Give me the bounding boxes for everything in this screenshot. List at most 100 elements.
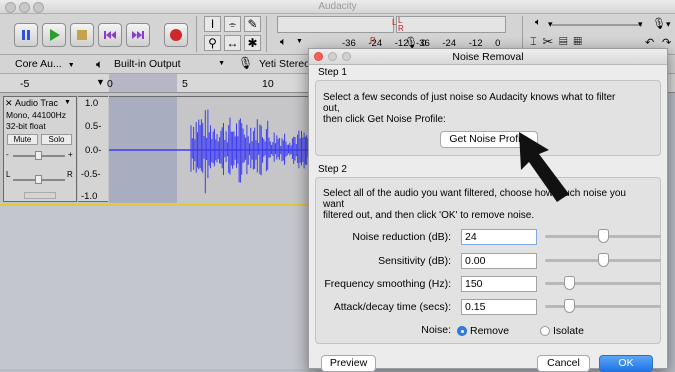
frequency-smoothing-slider[interactable] — [545, 276, 661, 290]
scale-label: -1.0 — [81, 191, 98, 202]
ruler-tick-label: 0 — [107, 78, 113, 90]
dialog-titlebar: Noise Removal — [309, 49, 667, 65]
vertical-scale[interactable]: 1.0 0.5- 0.0- -0.5- -1.0 — [78, 96, 108, 202]
frequency-smoothing-label: Frequency smoothing (Hz): — [324, 278, 451, 290]
sensitivity-slider[interactable] — [545, 253, 661, 267]
noise-removal-dialog: Noise Removal Step 1 Select a few second… — [308, 48, 668, 372]
remove-radio[interactable] — [457, 326, 467, 336]
ok-button[interactable]: OK — [599, 355, 653, 372]
mute-button[interactable]: Mute — [7, 134, 38, 145]
stop-icon — [77, 30, 87, 40]
chevron-down-icon[interactable]: ▼ — [64, 99, 71, 106]
ruler-tick-label: 10 — [262, 78, 274, 90]
attack-decay-label: Attack/decay time (secs): — [333, 301, 451, 313]
pause-icon — [22, 30, 30, 40]
selection-tool-icon[interactable]: I — [204, 16, 221, 32]
stop-button[interactable] — [70, 23, 94, 47]
track-bit-depth: 32-bit float — [6, 121, 46, 131]
pan-left-label: L — [6, 170, 11, 179]
track-control-panel[interactable]: ✕ Audio Trac ▼ Mono, 44100Hz 32-bit floa… — [3, 96, 77, 202]
timeshift-tool-icon[interactable]: ↔ — [224, 35, 241, 51]
record-meter[interactable]: L — [277, 16, 396, 33]
step2-instruction-line1: Select all of the audio you want filtere… — [323, 188, 626, 199]
volume-icon: 🔈︎ — [535, 17, 541, 28]
attack-decay-input[interactable]: 0.15 — [461, 299, 537, 315]
chevron-down-icon: ▼ — [67, 62, 75, 69]
gain-plus-label: + — [68, 150, 73, 159]
slider-knob[interactable] — [563, 299, 575, 313]
close-track-icon[interactable]: ✕ — [5, 98, 13, 109]
playback-volume-slider[interactable] — [552, 24, 642, 26]
pan-right-label: R — [67, 170, 73, 179]
noise-reduction-slider[interactable] — [545, 229, 661, 243]
step2-instruction-line3: filtered out, and then click 'OK' to rem… — [323, 210, 535, 221]
waveform-display[interactable] — [109, 96, 310, 203]
pan-slider-knob[interactable] — [35, 175, 42, 184]
solo-button[interactable]: Solo — [41, 134, 72, 145]
meter2-channel-right: R — [398, 24, 404, 33]
ruler-selection — [109, 74, 177, 92]
attack-decay-slider[interactable] — [545, 299, 661, 313]
gain-slider-knob[interactable] — [35, 151, 42, 160]
slider-knob[interactable] — [597, 253, 609, 267]
chevron-down-icon: ▼ — [218, 60, 225, 67]
preview-button[interactable]: Preview — [321, 355, 376, 372]
slider-knob-icon[interactable]: ▾ — [638, 19, 643, 30]
play-button[interactable] — [42, 23, 66, 47]
speaker-icon[interactable]: 🔈︎ — [280, 36, 287, 49]
slider-knob-icon[interactable]: ▾ — [548, 19, 553, 30]
toolbar-divider — [522, 16, 523, 52]
sensitivity-label: Sensitivity (dB): — [378, 255, 451, 267]
record-icon — [170, 29, 182, 41]
scale-label: 0.0- — [85, 145, 102, 156]
noise-reduction-label: Noise reduction (dB): — [352, 231, 451, 243]
audio-host-dropdown[interactable]: Core Au... ▼ — [15, 57, 90, 71]
cancel-button[interactable]: Cancel — [537, 355, 590, 372]
multi-tool-icon[interactable]: ✱ — [244, 35, 261, 51]
slider-knob-icon[interactable]: ▾ — [666, 19, 671, 30]
output-device-dropdown[interactable]: Built-in Output ▼ — [114, 57, 229, 71]
envelope-tool-icon[interactable]: ⌯ — [224, 16, 241, 32]
skip-to-start-button[interactable] — [98, 23, 122, 47]
microphone-icon: 🎙︎ — [238, 56, 254, 70]
dialog-title: Noise Removal — [452, 51, 524, 63]
scale-label: 1.0 — [85, 98, 99, 109]
scale-label: 0.5- — [85, 121, 102, 132]
remove-radio-label[interactable]: Remove — [470, 325, 509, 337]
scale-label: -0.5- — [81, 169, 101, 180]
speaker-icon: 🔈︎ — [96, 57, 104, 71]
track-format: Mono, 44100Hz — [6, 110, 67, 120]
record-button[interactable] — [164, 23, 188, 47]
noise-reduction-input[interactable]: 24 — [461, 229, 537, 245]
empty-track-space[interactable] — [0, 206, 310, 369]
skip-start-icon — [104, 31, 116, 39]
gain-minus-label: - — [6, 150, 9, 159]
step2-heading: Step 2 — [318, 164, 347, 175]
zoom-tool-icon[interactable]: ⚲ — [204, 35, 221, 51]
slider-knob[interactable] — [597, 229, 609, 243]
noise-mode-label: Noise: — [421, 324, 451, 336]
playhead-icon[interactable]: ▼ — [96, 77, 105, 87]
skip-to-end-button[interactable] — [126, 23, 150, 47]
annotation-arrow-icon — [519, 132, 569, 202]
track-name-menu[interactable]: Audio Trac — [15, 98, 65, 108]
step1-instruction-line1: Select a few seconds of just noise so Au… — [323, 92, 616, 103]
step1-group: Select a few seconds of just noise so Au… — [315, 80, 661, 156]
step2-group: Select all of the audio you want filtere… — [315, 177, 661, 344]
sensitivity-input[interactable]: 0.00 — [461, 253, 537, 269]
toolbar-divider — [266, 16, 267, 52]
draw-tool-icon[interactable]: ✎ — [244, 16, 261, 32]
play-icon — [50, 29, 60, 41]
frequency-smoothing-input[interactable]: 150 — [461, 276, 537, 292]
window-titlebar: Audacity — [0, 0, 675, 14]
isolate-radio-label[interactable]: Isolate — [553, 325, 584, 337]
pause-button[interactable] — [14, 23, 38, 47]
waveform — [109, 97, 310, 203]
ruler-tick-label: 5 — [182, 78, 188, 90]
chevron-down-icon[interactable]: ▼ — [296, 38, 303, 45]
isolate-radio[interactable] — [540, 326, 550, 336]
playback-meter[interactable]: L R — [396, 16, 506, 33]
slider-knob[interactable] — [563, 276, 575, 290]
ruler-tick-label: -5 — [20, 78, 30, 90]
collapse-track-button[interactable] — [24, 192, 56, 199]
